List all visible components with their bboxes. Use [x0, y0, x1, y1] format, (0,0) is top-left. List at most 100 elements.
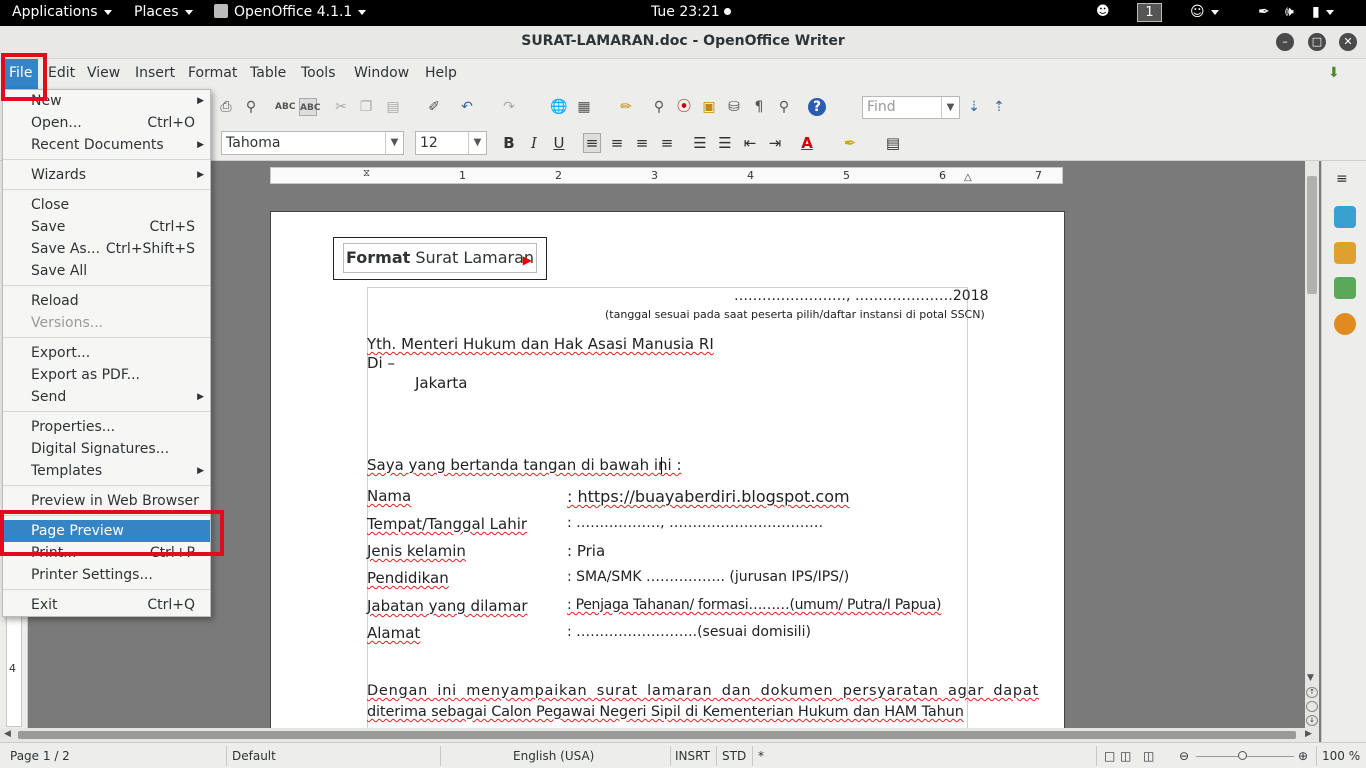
zoom-level[interactable]: 100 % — [1322, 749, 1360, 763]
document-page[interactable]: Format Surat Lamaran ▶ ……………………, …………………… — [270, 211, 1065, 728]
menu-tools[interactable]: Tools — [301, 65, 336, 81]
menu-item-recent-documents[interactable]: Recent Documents ▶ — [3, 134, 210, 156]
nonprinting-characters-icon[interactable]: ¶ — [750, 98, 768, 116]
page-style[interactable]: Default — [232, 749, 276, 763]
print-preview-icon[interactable]: ⚲ — [242, 98, 260, 116]
menu-item-templates[interactable]: Templates ▶ — [3, 460, 210, 482]
menu-item-export-pdf[interactable]: Export as PDF... — [3, 364, 210, 386]
menu-item-send[interactable]: Send ▶ — [3, 386, 210, 408]
numbering-icon[interactable]: ☰ — [691, 134, 709, 152]
menu-item-preview-web[interactable]: Preview in Web Browser — [3, 490, 210, 512]
menu-item-properties[interactable]: Properties... — [3, 416, 210, 438]
zoom-in-icon[interactable]: ⊕ — [1298, 749, 1308, 763]
underline-icon[interactable]: U — [550, 134, 568, 152]
decrease-indent-icon[interactable]: ⇤ — [741, 134, 759, 152]
book-view-icon[interactable]: ◫ — [1143, 749, 1154, 763]
pen-icon[interactable]: ✒ — [1258, 4, 1270, 20]
styles-icon[interactable] — [1334, 242, 1356, 264]
volume-icon[interactable]: 🕪 — [1285, 4, 1294, 20]
gallery-icon[interactable]: ▣ — [700, 98, 718, 116]
find-previous-icon[interactable]: ⇡ — [990, 98, 1008, 116]
next-page-icon[interactable]: ↓ — [1306, 715, 1318, 726]
redo-icon[interactable]: ↷ — [500, 98, 518, 116]
menu-item-printer-settings[interactable]: Printer Settings... — [3, 564, 210, 586]
format-paintbrush-icon[interactable]: ✐ — [425, 98, 443, 116]
selection-mode[interactable]: STD — [722, 749, 746, 763]
insert-mode[interactable]: INSRT — [675, 749, 710, 763]
minimize-button[interactable]: – — [1276, 33, 1294, 51]
sidebar-menu-icon[interactable]: ≡ — [1336, 171, 1348, 187]
menu-item-open[interactable]: Open... Ctrl+O — [3, 112, 210, 134]
modified-indicator[interactable]: * — [758, 749, 764, 763]
menu-insert[interactable]: Insert — [135, 65, 175, 81]
language[interactable]: English (USA) — [513, 749, 594, 763]
accessibility-icon[interactable]: ☺ — [1190, 4, 1219, 20]
hyperlink-icon[interactable]: 🌐 — [550, 98, 568, 116]
font-color-icon[interactable]: A — [798, 134, 816, 152]
navigation-icon[interactable] — [1306, 701, 1318, 712]
horizontal-ruler[interactable]: ⧖ 1 2 3 4 5 6 △ 7 — [270, 167, 1063, 184]
workspace-indicator[interactable]: 1 — [1137, 3, 1162, 22]
multi-page-view-icon[interactable]: ◫ — [1120, 749, 1131, 763]
menu-format[interactable]: Format — [188, 65, 237, 81]
navigator-sidebar-icon[interactable] — [1334, 313, 1356, 335]
page-count[interactable]: Page 1 / 2 — [10, 749, 70, 763]
zoom-icon[interactable]: ⚲ — [775, 98, 793, 116]
right-indent-marker[interactable]: △ — [964, 172, 972, 183]
chevron-down-icon[interactable]: ▼ — [385, 132, 403, 154]
vertical-scrollbar[interactable]: ▼ ↑ ↓ — [1305, 161, 1319, 728]
menu-item-export[interactable]: Export... — [3, 342, 210, 364]
print-icon[interactable]: ⎙ — [217, 98, 235, 116]
font-name-combo[interactable]: Tahoma ▼ — [221, 131, 404, 155]
bold-icon[interactable]: B — [500, 134, 518, 152]
draw-functions-icon[interactable]: ✏ — [617, 98, 635, 116]
menu-window[interactable]: Window — [354, 65, 409, 81]
previous-page-icon[interactable]: ↑ — [1306, 687, 1318, 698]
scroll-right-icon[interactable]: ▶ — [1305, 729, 1312, 739]
zoom-out-icon[interactable]: ⊖ — [1179, 749, 1189, 763]
vertical-scrollbar-thumb[interactable] — [1307, 176, 1317, 294]
menu-item-wizards[interactable]: Wizards ▶ — [3, 164, 210, 186]
menu-item-save-all[interactable]: Save All — [3, 260, 210, 282]
menu-help[interactable]: Help — [425, 65, 457, 81]
help-icon[interactable]: ? — [808, 98, 826, 116]
menu-item-digital-signatures[interactable]: Digital Signatures... — [3, 438, 210, 460]
menu-item-save-as[interactable]: Save As... Ctrl+Shift+S — [3, 238, 210, 260]
justify-icon[interactable]: ≡ — [658, 134, 676, 152]
navigator-icon[interactable]: ⦿ — [675, 98, 693, 116]
align-left-icon[interactable]: ≡ — [583, 133, 601, 153]
menu-item-reload[interactable]: Reload — [3, 290, 210, 312]
gallery-sidebar-icon[interactable] — [1334, 277, 1356, 299]
menu-item-exit[interactable]: Exit Ctrl+Q — [3, 594, 210, 616]
zoom-slider-handle[interactable] — [1238, 751, 1247, 760]
places-menu[interactable]: Places — [134, 4, 193, 20]
horizontal-scrollbar-thumb[interactable] — [18, 731, 1296, 739]
people-icon[interactable]: ☻ — [1096, 4, 1110, 19]
single-page-view-icon[interactable]: □ — [1104, 749, 1115, 763]
chevron-down-icon[interactable]: ▼ — [468, 132, 486, 154]
data-sources-icon[interactable]: ⛁ — [725, 98, 743, 116]
find-replace-icon[interactable]: ⚲ — [650, 98, 668, 116]
highlight-icon[interactable]: ✒ — [841, 134, 859, 152]
menu-table[interactable]: Table — [250, 65, 286, 81]
spellcheck-icon[interactable]: ABC — [275, 98, 295, 116]
align-center-icon[interactable]: ≡ — [608, 134, 626, 152]
left-indent-marker[interactable]: ⧖ — [363, 168, 371, 183]
undo-icon[interactable]: ↶ — [458, 98, 476, 116]
scroll-left-icon[interactable]: ◀ — [4, 729, 11, 739]
app-menu[interactable]: OpenOffice 4.1.1 — [214, 4, 367, 20]
clock[interactable]: Tue 23:21 — [651, 4, 732, 20]
update-icon[interactable]: ⬇ — [1328, 65, 1340, 81]
menu-edit[interactable]: Edit — [48, 65, 75, 81]
horizontal-scrollbar[interactable]: ◀ ▶ — [0, 728, 1319, 742]
properties-icon[interactable] — [1334, 206, 1356, 228]
italic-icon[interactable]: I — [525, 134, 543, 152]
find-next-icon[interactable]: ⇣ — [965, 98, 983, 116]
bullets-icon[interactable]: ☰ — [716, 134, 734, 152]
menu-item-close[interactable]: Close — [3, 194, 210, 216]
chevron-down-icon[interactable]: ▼ — [941, 97, 959, 118]
cut-icon[interactable]: ✂ — [332, 98, 350, 116]
battery-icon[interactable]: ▮ — [1312, 4, 1334, 20]
applications-menu[interactable]: Applications — [12, 4, 112, 20]
menu-item-save[interactable]: Save Ctrl+S — [3, 216, 210, 238]
